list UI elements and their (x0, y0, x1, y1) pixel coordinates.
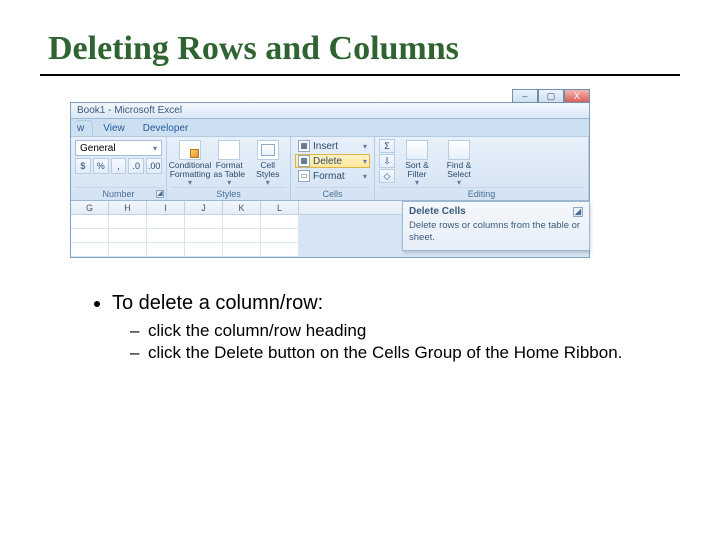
tooltip-title: Delete Cells (409, 206, 466, 217)
cell-styles-label: Cell Styles (251, 161, 286, 179)
bullet-sub-2: click the Delete button on the Cells Gro… (134, 343, 680, 363)
grid-cell[interactable] (147, 229, 185, 243)
tab-developer[interactable]: Developer (135, 120, 197, 136)
grid-cell[interactable] (261, 229, 299, 243)
grid-cell[interactable] (223, 229, 261, 243)
chevron-down-icon: ▾ (363, 157, 367, 166)
number-dialog-launcher[interactable]: ◢ (156, 190, 164, 198)
grid-cell[interactable] (147, 243, 185, 257)
delete-button[interactable]: ▦ Delete ▾ (295, 154, 370, 168)
insert-button[interactable]: ▦ Insert ▾ (295, 139, 370, 153)
number-format-value: General (80, 143, 116, 154)
format-icon: ▭ (298, 170, 310, 182)
format-as-table-icon (218, 140, 240, 160)
format-button[interactable]: ▭ Format ▾ (295, 169, 370, 183)
cells-group: ▦ Insert ▾ ▦ Delete ▾ ▭ Format ▾ (291, 137, 375, 200)
number-group-label: Number (75, 187, 162, 200)
bullet-main: To delete a column/row: (112, 292, 680, 315)
chevron-down-icon: ▾ (363, 172, 367, 181)
comma-style-button[interactable]: , (111, 158, 127, 174)
grid-cell[interactable] (147, 215, 185, 229)
number-group: General ▾ $ % , .0 .00 Number ◢ (71, 137, 167, 200)
sort-filter-button[interactable]: Sort & Filter ▾ (397, 139, 437, 187)
increase-decimal-button[interactable]: .0 (128, 158, 144, 174)
column-header[interactable]: G (71, 201, 109, 214)
decrease-decimal-button[interactable]: .00 (146, 158, 162, 174)
chevron-down-icon: ▾ (188, 179, 192, 187)
find-select-button[interactable]: Find & Select ▾ (439, 139, 479, 187)
grid-cell[interactable] (261, 215, 299, 229)
sort-filter-label: Sort & Filter (398, 161, 436, 179)
editing-group: Σ ⇩ ◇ Sort & Filter ▾ Find & Select ▾ (375, 137, 589, 200)
delete-icon: ▦ (298, 155, 310, 167)
grid-cell[interactable] (71, 215, 109, 229)
conditional-formatting-label: Conditional Formatting (169, 161, 212, 179)
ribbon: General ▾ $ % , .0 .00 Number ◢ Condi (71, 137, 589, 201)
column-header[interactable]: I (147, 201, 185, 214)
grid-cell[interactable] (71, 243, 109, 257)
tab-view[interactable]: View (95, 120, 133, 136)
window-controls: – ▢ X (512, 89, 590, 103)
bullet-sub-1: click the column/row heading (134, 321, 680, 341)
chevron-down-icon: ▾ (457, 179, 461, 187)
styles-group-label: Styles (171, 187, 286, 200)
column-header[interactable]: K (223, 201, 261, 214)
grid-cell[interactable] (109, 229, 147, 243)
percent-button[interactable]: % (93, 158, 109, 174)
chevron-down-icon: ▾ (266, 179, 270, 187)
grid-cell[interactable] (185, 243, 223, 257)
excel-screenshot: – ▢ X Book1 - Microsoft Excel w View Dev… (70, 102, 590, 258)
chevron-down-icon: ▾ (363, 142, 367, 151)
minimize-button[interactable]: – (512, 89, 538, 103)
grid-cell[interactable] (223, 243, 261, 257)
conditional-formatting-icon (179, 140, 201, 160)
column-header[interactable]: H (109, 201, 147, 214)
find-select-label: Find & Select (440, 161, 478, 179)
conditional-formatting-button[interactable]: Conditional Formatting ▾ (171, 139, 209, 187)
grid-cell[interactable] (185, 215, 223, 229)
chevron-down-icon: ▾ (415, 179, 419, 187)
clear-button[interactable]: ◇ (379, 169, 395, 183)
chevron-down-icon: ▾ (153, 144, 157, 153)
grid-cell[interactable] (185, 229, 223, 243)
tab-partial[interactable]: w (75, 120, 93, 136)
chevron-down-icon: ▾ (227, 179, 231, 187)
autosum-button[interactable]: Σ (379, 139, 395, 153)
format-as-table-label: Format as Table (212, 161, 247, 179)
delete-label: Delete (313, 156, 342, 167)
tooltip-launcher-icon: ◢ (573, 207, 583, 217)
sort-filter-icon (406, 140, 428, 160)
cell-styles-button[interactable]: Cell Styles ▾ (250, 139, 287, 187)
editing-group-label: Editing (379, 187, 584, 200)
tooltip-body: Delete rows or columns from the table or… (409, 220, 583, 244)
grid-cell[interactable] (109, 215, 147, 229)
grid-cell[interactable] (109, 243, 147, 257)
format-label: Format (313, 171, 345, 182)
window-title-text: Book1 - Microsoft Excel (77, 105, 182, 116)
maximize-button[interactable]: ▢ (538, 89, 564, 103)
slide-title: Deleting Rows and Columns (48, 30, 680, 68)
grid-cell[interactable] (71, 229, 109, 243)
delete-cells-tooltip: Delete Cells ◢ Delete rows or columns fr… (402, 201, 590, 251)
styles-group: Conditional Formatting ▾ Format as Table… (167, 137, 291, 200)
grid-cell[interactable] (261, 243, 299, 257)
fill-button[interactable]: ⇩ (379, 154, 395, 168)
close-button[interactable]: X (564, 89, 590, 103)
column-header[interactable]: J (185, 201, 223, 214)
ribbon-tabs: w View Developer (71, 119, 589, 137)
find-select-icon (448, 140, 470, 160)
grid-cell[interactable] (223, 215, 261, 229)
format-as-table-button[interactable]: Format as Table ▾ (211, 139, 248, 187)
slide-bullets: To delete a column/row: click the column… (90, 292, 680, 363)
insert-icon: ▦ (298, 140, 310, 152)
cells-group-label: Cells (295, 187, 370, 200)
currency-button[interactable]: $ (75, 158, 91, 174)
title-underline (40, 74, 680, 76)
insert-label: Insert (313, 141, 338, 152)
window-titlebar: Book1 - Microsoft Excel (71, 103, 589, 119)
number-format-dropdown[interactable]: General ▾ (75, 140, 162, 156)
cell-styles-icon (257, 140, 279, 160)
column-header[interactable]: L (261, 201, 299, 214)
